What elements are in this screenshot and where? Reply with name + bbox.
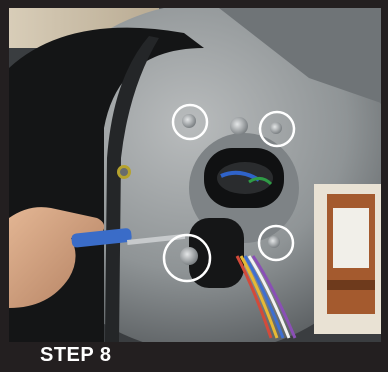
screw-head-icon [230, 117, 248, 135]
step-caption: STEP 8 [40, 344, 112, 366]
screw-head-icon [268, 236, 280, 248]
inset-motor-photo [314, 184, 381, 334]
screw-head-icon [182, 114, 196, 128]
screw-head-icon [180, 247, 198, 265]
screw-head-icon [270, 122, 282, 134]
step-photo [9, 8, 381, 342]
